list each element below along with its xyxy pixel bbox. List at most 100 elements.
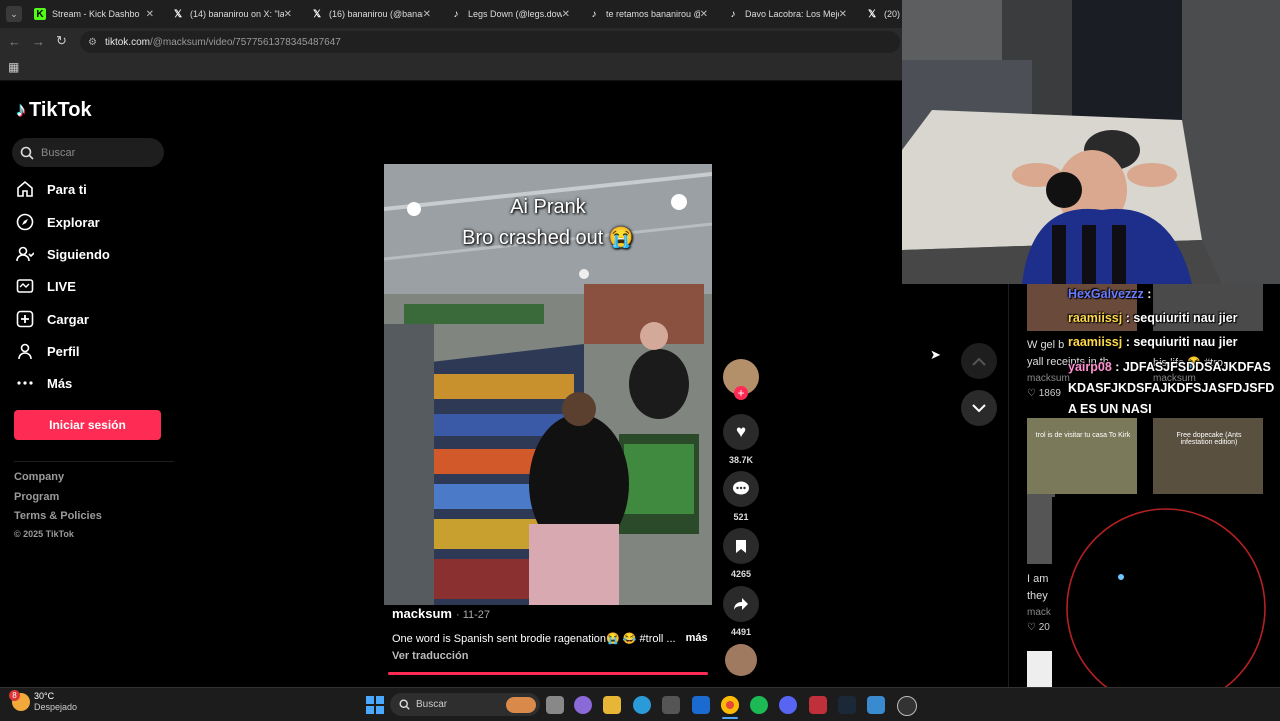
sidebar-item-label: Perfil [47, 343, 80, 359]
chrome-icon[interactable] [721, 696, 739, 714]
browser-tab[interactable]: K Stream - Kick Dashbo ✕ [28, 4, 160, 24]
save-action[interactable]: 4265 [723, 528, 759, 579]
close-icon[interactable]: ✕ [839, 9, 847, 20]
next-video-button[interactable] [961, 390, 997, 426]
video-author[interactable]: macksum [392, 606, 452, 621]
copilot-icon[interactable] [574, 696, 592, 714]
comment-action[interactable]: 521 [723, 471, 759, 522]
chat-username: raamiissj [1068, 311, 1123, 325]
forward-icon[interactable]: → [32, 34, 45, 49]
bookmark-icon [723, 528, 759, 564]
close-icon[interactable]: ✕ [562, 9, 570, 20]
chat-text: sequiuriti nau jier [1133, 311, 1238, 325]
footer-link-program[interactable]: Program [14, 491, 59, 503]
task-view-icon[interactable] [546, 696, 564, 714]
rec-thumb[interactable]: Free dopecake (Ants infestation edition) [1153, 418, 1263, 494]
sidebar-item-siguiendo[interactable]: Siguiendo [14, 241, 110, 267]
chevron-up-icon [972, 357, 986, 366]
discord-icon[interactable] [779, 696, 797, 714]
windows-start-icon[interactable] [366, 696, 384, 714]
translate-link[interactable]: Ver traducción [392, 650, 468, 662]
live-icon [14, 275, 36, 297]
url-field[interactable]: ⚙ tiktok.com /@macksum/video/75775613783… [80, 31, 900, 53]
footer-link-company[interactable]: Company [14, 471, 64, 483]
rec-card-sub: they [1027, 590, 1048, 602]
rec-thumb[interactable] [1027, 651, 1055, 687]
like-count: 38.7K [728, 455, 754, 465]
rec-thumb[interactable]: trol is de visitar tu casa To Kirk [1027, 418, 1137, 494]
browser-tab[interactable]: ♪ te retamos bananirou @b ✕ [582, 4, 714, 24]
edge-icon[interactable] [633, 696, 651, 714]
sidebar-item-label: Cargar [47, 311, 89, 327]
close-icon[interactable]: ✕ [146, 9, 154, 20]
taskbar-search[interactable]: Buscar [390, 693, 540, 716]
creator-avatar-action[interactable]: + [723, 359, 759, 400]
video-player[interactable]: Ai Prank Bro crashed out 😭 [384, 164, 712, 605]
url-domain: tiktok.com [104, 36, 150, 48]
sidebar-item-m-s[interactable]: Más [14, 370, 72, 396]
browser-tab[interactable]: ♪ Legs Down (@legs.down) ✕ [444, 4, 576, 24]
login-button[interactable]: Iniciar sesión [14, 410, 161, 440]
sidebar-item-explorar[interactable]: Explorar [14, 209, 100, 235]
weather-temp: 30°C [34, 691, 55, 701]
video-caption-line1: Ai Prank [510, 196, 586, 218]
spotify-icon[interactable] [750, 696, 768, 714]
outlook-icon[interactable] [692, 696, 710, 714]
share-action[interactable]: 4491 [723, 586, 759, 637]
browser-tab[interactable]: 𝕏 (14) bananirou on X: "las g✕ [166, 4, 298, 24]
chat-message: raamiissj : sequiuriti nau jier [1068, 335, 1238, 349]
upload-icon [14, 308, 36, 330]
search-icon [399, 699, 410, 710]
footer-link-terms[interactable]: Terms & Policies [14, 510, 102, 522]
more-link[interactable]: más [686, 632, 708, 645]
file-explorer-icon[interactable] [603, 696, 621, 714]
thumb-text: trol is de visitar tu casa To Kirk [1035, 432, 1131, 439]
steam-icon[interactable] [838, 696, 856, 714]
sidebar-item-live[interactable]: LIVE [14, 273, 76, 299]
obs-icon[interactable] [897, 696, 917, 716]
weather-badge: 8 [9, 690, 20, 701]
more-icon [14, 372, 36, 394]
browser-tab[interactable]: 𝕏 (20) br [860, 4, 902, 24]
heart-icon: ♥ [723, 414, 759, 450]
browser-tab[interactable]: ♪ Davo Lacobra: Los Mejore✕ [721, 4, 853, 24]
like-count: 1869 [1038, 388, 1061, 399]
sidebar-item-para-ti[interactable]: Para ti [14, 176, 87, 202]
weather-desc: Despejado [34, 702, 78, 712]
tiktok-logo[interactable]: ♪ TikTok [16, 99, 92, 122]
sidebar-item-label: Para ti [47, 181, 87, 197]
like-action[interactable]: ♥ 38.7K [723, 414, 759, 465]
close-icon[interactable]: ✕ [284, 9, 292, 20]
sidebar-item-cargar[interactable]: Cargar [14, 306, 89, 332]
photos-icon[interactable] [867, 696, 885, 714]
sidebar-item-perfil[interactable]: Perfil [14, 338, 80, 364]
sidebar-item-label: Siguiendo [47, 246, 110, 262]
follow-plus-icon[interactable]: + [734, 386, 748, 400]
next-creator-avatar[interactable] [723, 644, 759, 676]
reload-icon[interactable]: ↻ [56, 33, 67, 49]
rec-thumb[interactable] [1027, 494, 1055, 564]
video-progress-bar[interactable] [388, 672, 708, 675]
back-icon[interactable]: ← [8, 34, 21, 49]
previous-video-button[interactable] [961, 343, 997, 379]
streaming-app-icon[interactable] [809, 696, 827, 714]
apps-grid-icon[interactable]: ▦ [8, 60, 19, 74]
weather-sun-icon: 8 [9, 690, 30, 711]
comment-count: 521 [733, 512, 749, 522]
url-path: /@macksum/video/7577561378345487647 [149, 36, 341, 48]
close-icon[interactable]: ✕ [423, 9, 431, 20]
site-info-icon[interactable]: ⚙ [88, 37, 97, 48]
sidebar-item-label: LIVE [47, 278, 76, 294]
profile-icon [14, 340, 36, 362]
share-count: 4491 [730, 627, 752, 637]
store-icon[interactable] [662, 696, 680, 714]
search-highlight-icon [506, 696, 536, 713]
tab-title: Legs Down (@legs.down) [468, 9, 562, 19]
chat-username: HexGalvezzz [1068, 287, 1144, 301]
browser-tab[interactable]: 𝕏 (16) bananirou (@banani ✕ [305, 4, 437, 24]
weather-widget[interactable]: 8 30°C Despejado [9, 690, 78, 713]
close-icon[interactable]: ✕ [700, 9, 708, 20]
tab-search-button[interactable]: ⌄ [6, 6, 22, 22]
search-box[interactable]: Buscar [12, 138, 164, 167]
rec-card-author: macksum [1027, 373, 1070, 384]
